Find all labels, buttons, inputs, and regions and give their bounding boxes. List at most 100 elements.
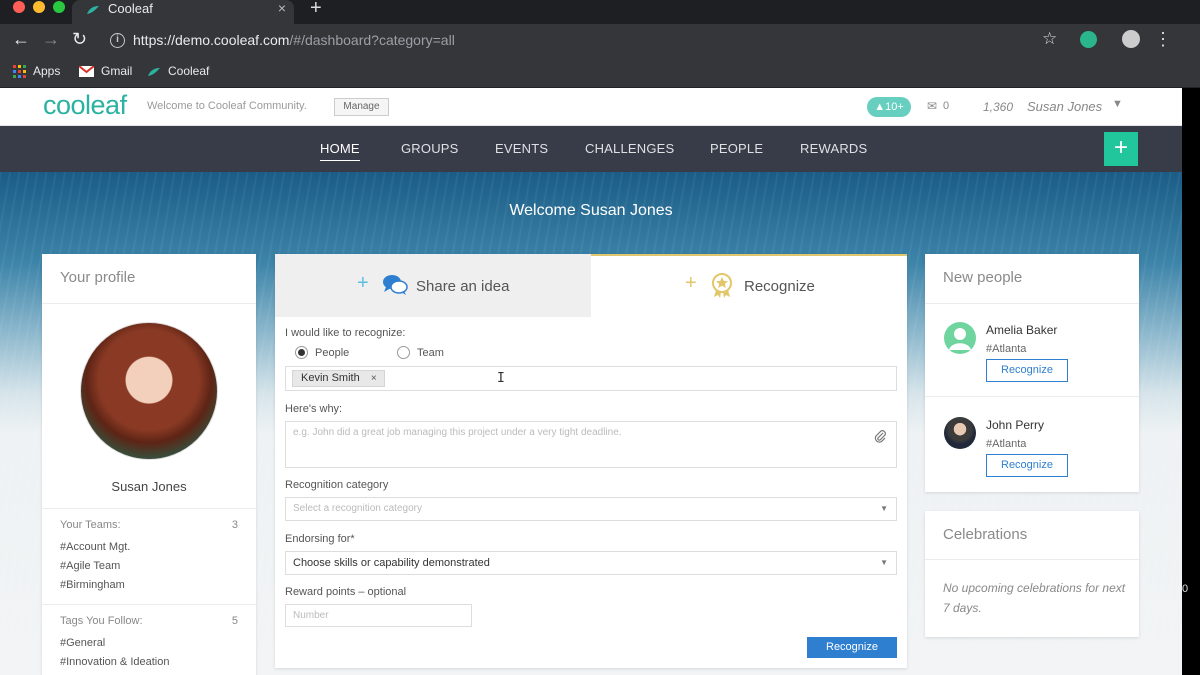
community-welcome-text: Welcome to Cooleaf Community. [147, 100, 307, 112]
maximize-window-button[interactable] [53, 1, 65, 13]
bookmark-star-icon[interactable]: ☆ [1042, 29, 1057, 49]
category-select[interactable]: Select a recognition category ▼ [285, 497, 897, 521]
person-avatar[interactable] [944, 417, 976, 449]
cooleaf-favicon-icon [87, 6, 99, 14]
tab-recognize[interactable]: + Recognize [591, 254, 907, 317]
user-menu-name[interactable]: Susan Jones [1027, 99, 1102, 114]
nav-people[interactable]: PEOPLE [710, 141, 763, 156]
celebrations-title: Celebrations [943, 526, 1028, 543]
profile-card: Your profile Susan Jones Your Teams: 3 #… [42, 254, 256, 675]
chevron-down-icon: ▼ [880, 504, 888, 513]
tab-close-icon[interactable]: × [278, 0, 286, 16]
app-header: cooleaf Welcome to Cooleaf Community. Ma… [0, 88, 1182, 126]
person-location[interactable]: #Atlanta [986, 438, 1026, 450]
gmail-icon [79, 66, 94, 78]
nav-home[interactable]: HOME [320, 141, 360, 161]
person-name[interactable]: John Perry [986, 418, 1044, 432]
bookmark-cooleaf-label: Cooleaf [168, 64, 210, 78]
url-path: /#/dashboard?category=all [289, 32, 455, 48]
browser-tab[interactable]: Cooleaf × [72, 0, 294, 24]
recognize-person-button[interactable]: Recognize [986, 454, 1068, 477]
recognize-submit-button[interactable]: Recognize [807, 637, 897, 658]
tag-link[interactable]: #Innovation & Ideation [60, 656, 169, 668]
back-arrow-icon[interactable]: ← [12, 29, 30, 50]
person-name[interactable]: Amelia Baker [986, 323, 1057, 337]
new-people-card: New people Amelia Baker #Atlanta Recogni… [925, 254, 1139, 492]
tab-title: Cooleaf [108, 1, 153, 16]
endorsing-value: Choose skills or capability demonstrated [293, 557, 490, 569]
radio-team-label[interactable]: Team [417, 347, 444, 359]
bookmarks-bar: Apps Gmail Cooleaf [0, 58, 1200, 88]
browser-profile-avatar[interactable] [1122, 30, 1140, 48]
bookmark-apps[interactable]: Apps [13, 64, 60, 79]
hero-welcome-title: Welcome Susan Jones [509, 202, 673, 219]
user-menu-caret-icon[interactable]: ▼ [1112, 98, 1123, 110]
remove-recipient-icon[interactable]: × [371, 371, 377, 386]
text-cursor-icon: I [497, 371, 505, 386]
tab-recognize-label: Recognize [744, 278, 815, 295]
bookmark-gmail-label: Gmail [101, 64, 133, 78]
team-link[interactable]: #Agile Team [60, 560, 120, 572]
nav-groups[interactable]: GROUPS [401, 141, 459, 156]
person-avatar[interactable] [944, 322, 976, 354]
tab-share-idea[interactable]: + Share an idea [275, 254, 591, 317]
reward-points-input[interactable]: Number [285, 604, 472, 627]
divider [42, 604, 256, 605]
radio-people-label[interactable]: People [315, 347, 349, 359]
add-new-button[interactable]: + [1104, 132, 1138, 166]
radio-team[interactable] [397, 346, 410, 359]
bookmark-gmail[interactable]: Gmail [79, 64, 132, 78]
extension-icon[interactable] [1080, 31, 1097, 48]
team-link[interactable]: #Birmingham [60, 579, 125, 591]
profile-avatar[interactable] [80, 322, 218, 460]
recipient-input[interactable]: Kevin Smith × [285, 366, 897, 391]
reason-textarea[interactable]: e.g. John did a great job managing this … [285, 421, 897, 468]
new-tab-button[interactable]: + [310, 0, 322, 20]
default-user-icon [949, 328, 971, 350]
cooleaf-icon [148, 67, 160, 76]
chat-bubbles-icon [383, 275, 408, 295]
side-digit: 0 [1182, 583, 1189, 595]
main-navigation: HOME GROUPS EVENTS CHALLENGES PEOPLE REW… [0, 126, 1182, 172]
teams-count: 3 [231, 519, 238, 531]
mail-icon[interactable]: ✉ [927, 99, 937, 113]
minimize-window-button[interactable] [33, 1, 45, 13]
nav-events[interactable]: EVENTS [495, 141, 548, 156]
celebrations-card: Celebrations No upcoming celebrations fo… [925, 511, 1139, 637]
notifications-badge[interactable]: ▲10+ [867, 97, 911, 117]
close-window-button[interactable] [13, 1, 25, 13]
browser-menu-icon[interactable]: ⋮ [1154, 29, 1172, 50]
recognize-target-label: I would like to recognize: [285, 327, 406, 339]
manage-button[interactable]: Manage [334, 98, 389, 116]
notifications-count: 10+ [885, 101, 904, 113]
divider [42, 303, 256, 304]
tags-label: Tags You Follow: [60, 615, 143, 627]
recipient-chip-label: Kevin Smith [301, 372, 360, 384]
profile-name[interactable]: Susan Jones [42, 479, 256, 494]
reload-icon[interactable]: ↻ [72, 29, 87, 50]
divider [925, 559, 1139, 560]
site-info-icon[interactable]: i [110, 33, 125, 48]
endorsing-select[interactable]: Choose skills or capability demonstrated… [285, 551, 897, 575]
person-location[interactable]: #Atlanta [986, 343, 1026, 355]
reward-points-label: Reward points – optional [285, 586, 407, 598]
plus-icon: + [357, 272, 369, 294]
bookmark-cooleaf[interactable]: Cooleaf [147, 64, 209, 78]
cooleaf-logo[interactable]: cooleaf [43, 90, 127, 121]
nav-rewards[interactable]: REWARDS [800, 141, 867, 156]
divider [42, 508, 256, 509]
divider [925, 303, 1139, 304]
recognize-person-button[interactable]: Recognize [986, 359, 1068, 382]
url-host: https://demo.cooleaf.com [133, 32, 290, 48]
paperclip-icon[interactable] [874, 430, 887, 443]
team-link[interactable]: #Account Mgt. [60, 541, 130, 553]
points-total: 1,360 [983, 100, 1014, 114]
radio-people[interactable] [295, 346, 308, 359]
reward-points-placeholder: Number [293, 610, 329, 621]
address-bar[interactable]: i https://demo.cooleaf.com/#/dashboard?c… [104, 27, 1074, 55]
forward-arrow-icon[interactable]: → [42, 29, 60, 50]
tag-link[interactable]: #General [60, 637, 105, 649]
tags-count: 5 [231, 615, 238, 627]
nav-challenges[interactable]: CHALLENGES [585, 141, 674, 156]
category-placeholder: Select a recognition category [293, 503, 422, 514]
